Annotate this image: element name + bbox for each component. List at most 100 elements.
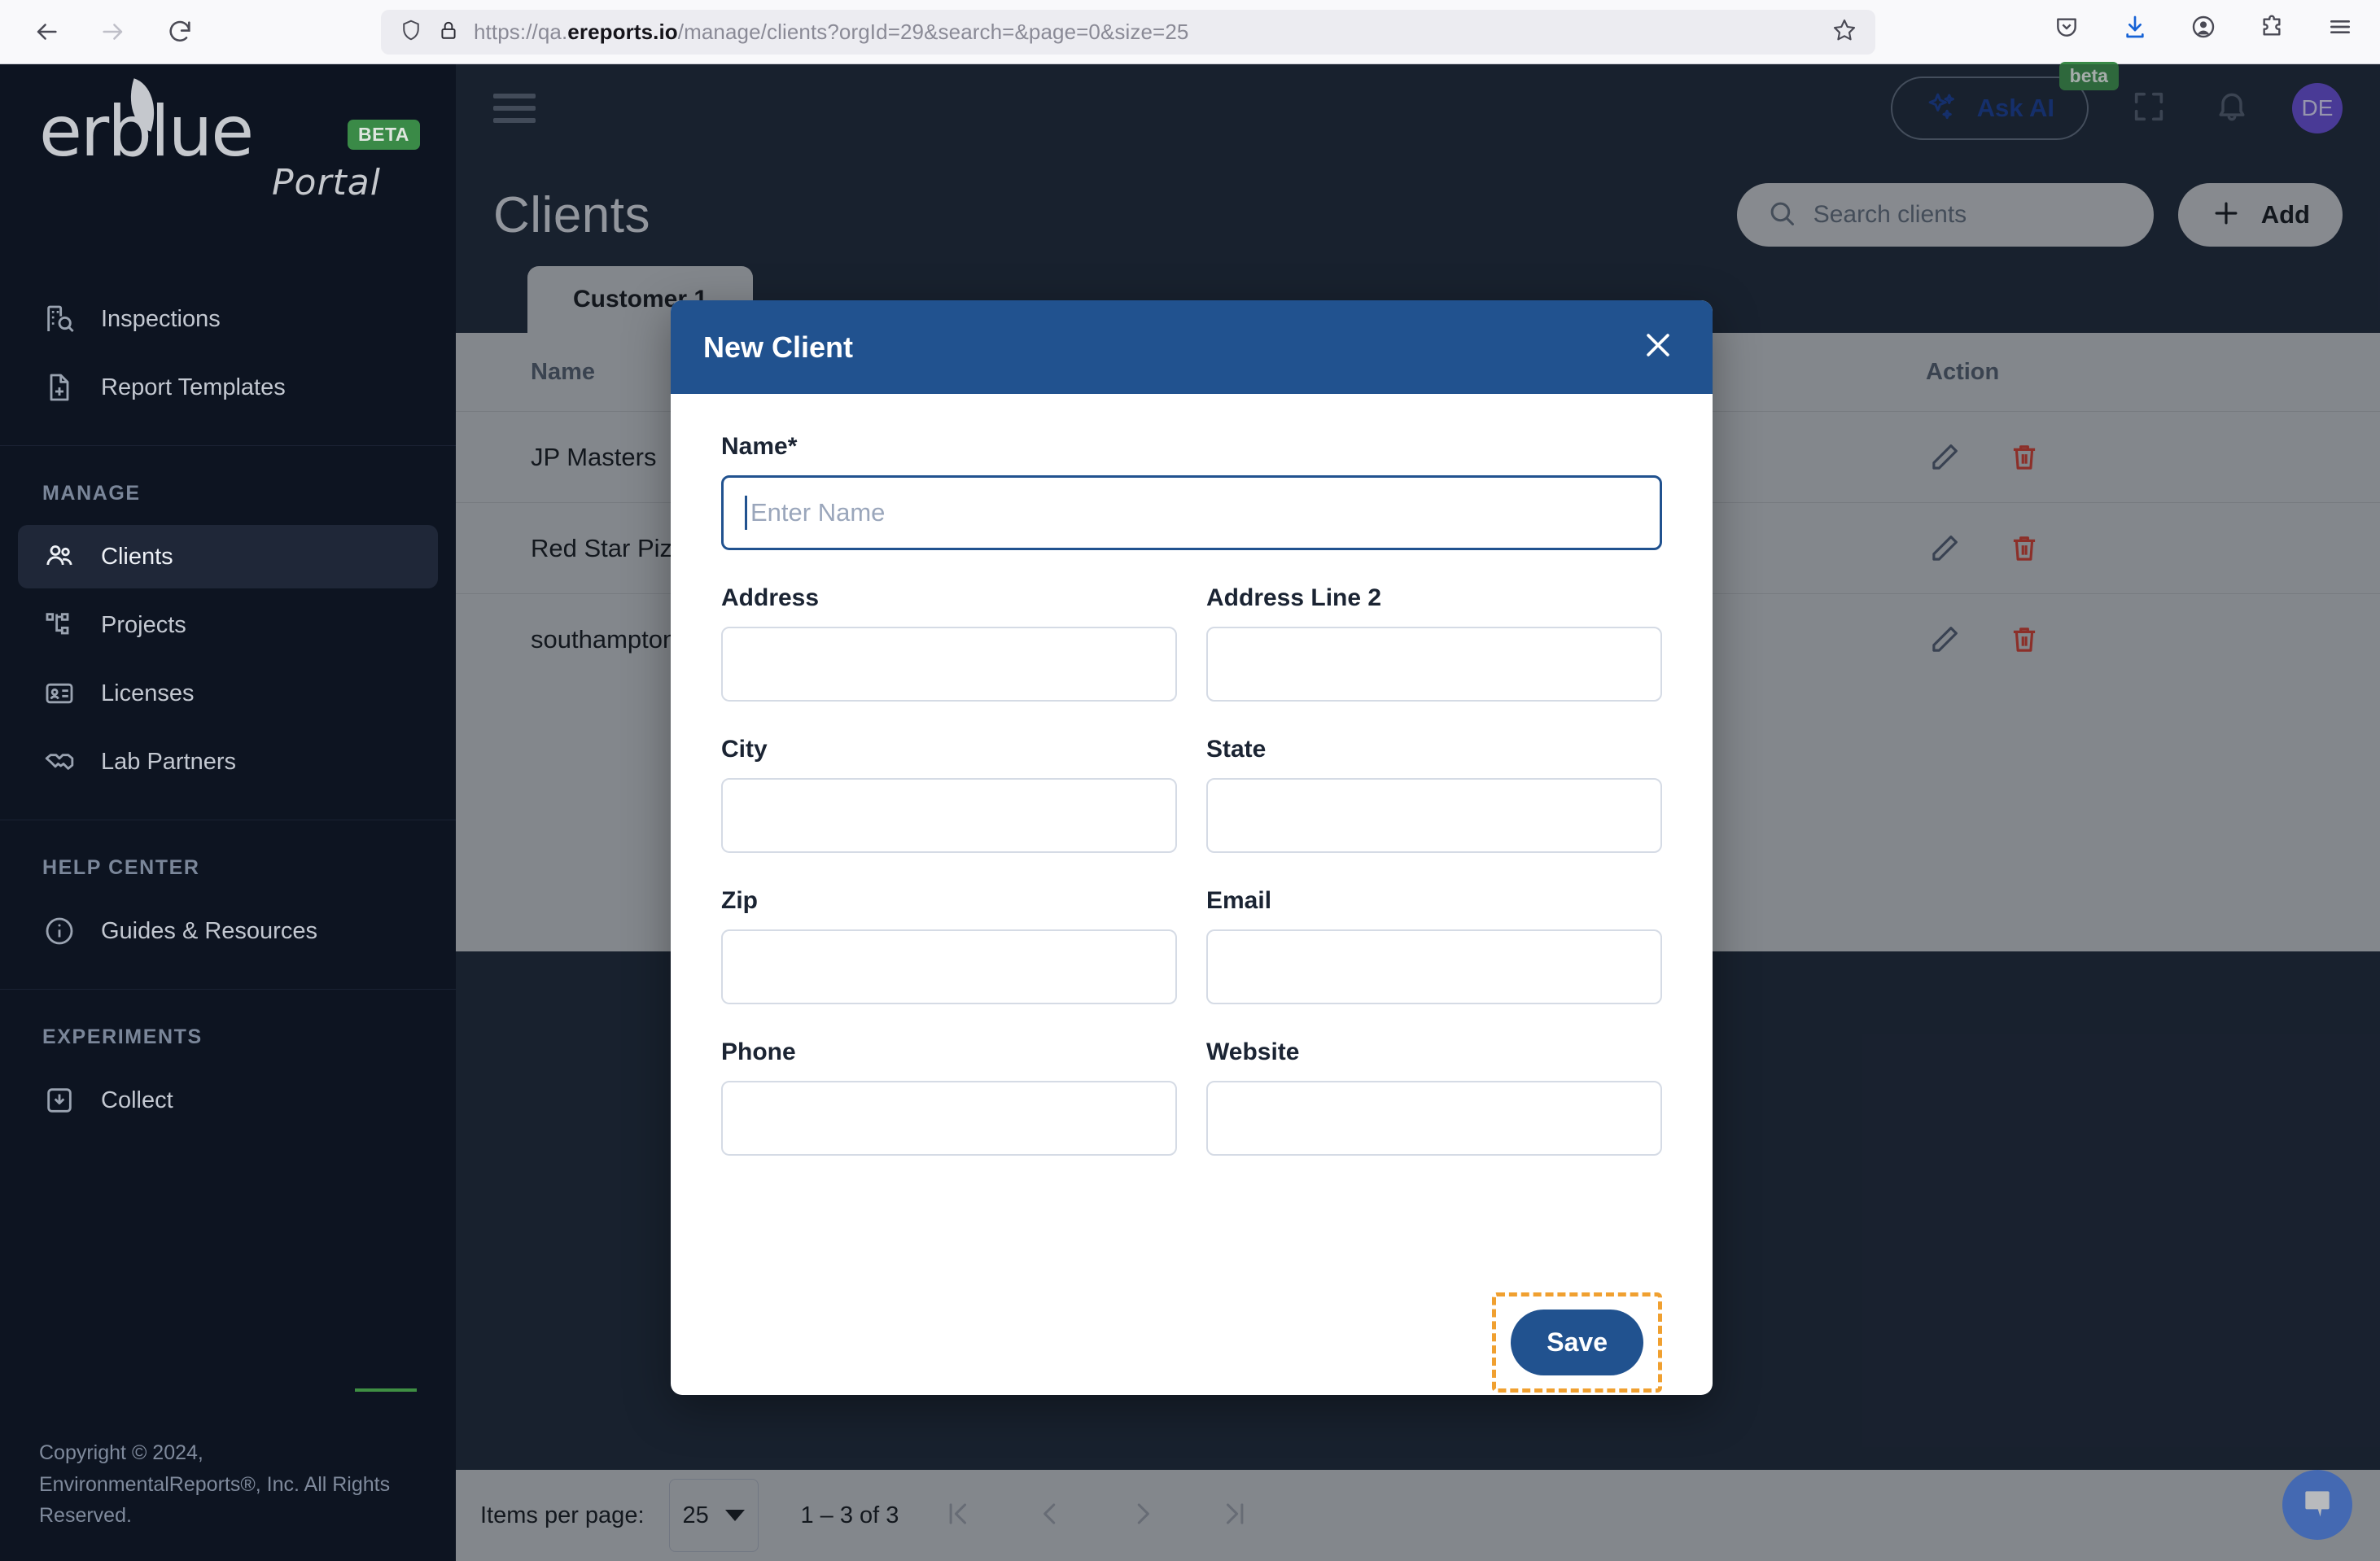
save-button[interactable]: Save [1511,1309,1643,1375]
sidebar-item-lab-partners[interactable]: Lab Partners [18,730,438,794]
handshake-icon [42,745,77,779]
modal-footer: Save [671,1289,1713,1395]
field-label: City [721,736,768,763]
copyright-text: Copyright © 2024, EnvironmentalReports®,… [39,1441,391,1528]
field-zip: Zip [721,887,1177,1004]
address-bar[interactable]: https://qa.ereports.io/manage/clients?or… [381,10,1875,55]
field-address: Address [721,584,1177,702]
field-email: Email [1206,887,1662,1004]
main-content: Ask AI beta DE Clients Search clients Ad… [456,62,2380,1561]
logo-wordmark: erblue [39,91,254,173]
app-logo[interactable]: erblue Portal BETA [0,64,456,268]
browser-menu-button[interactable] [2321,10,2359,47]
field-label: Website [1206,1038,1300,1065]
sidebar-item-label: Lab Partners [101,748,237,775]
address-line-2-input[interactable] [1206,627,1662,702]
sidebar-item-collect[interactable]: Collect [18,1069,438,1132]
browser-nav-buttons [0,13,199,50]
sidebar-item-label: Projects [101,611,186,638]
shield-icon [399,18,423,46]
sidebar-item-label: Collect [101,1087,173,1113]
email-input[interactable] [1206,929,1662,1004]
sidebar-item-guides-resources[interactable]: Guides & Resources [18,899,438,963]
sidebar-section-title: MANAGE [42,482,141,505]
address-input[interactable] [721,627,1177,702]
city-input[interactable] [721,778,1177,853]
field-label: Zip [721,887,758,914]
field-website: Website [1206,1038,1662,1156]
state-input[interactable] [1206,778,1662,853]
close-button[interactable] [1636,326,1680,369]
close-x-icon [1640,327,1676,367]
sidebar: erblue Portal BETA Inspections Report Te… [0,64,456,1561]
website-input[interactable] [1206,1081,1662,1156]
field-row-phone-website: Phone Website [721,1038,1662,1156]
sidebar-item-clients[interactable]: Clients [18,525,438,588]
reload-icon [166,18,194,46]
sidebar-item-label: Inspections [101,305,221,332]
back-arrow-icon [33,18,60,46]
sidebar-section-title: HELP CENTER [42,856,200,879]
extensions-puzzle-icon [2259,14,2285,44]
account-icon [2190,14,2216,44]
application-root: erblue Portal BETA Inspections Report Te… [0,62,2380,1561]
bookmark-star-icon[interactable] [1831,17,1857,47]
extensions-button[interactable] [2253,10,2290,47]
field-label: Name* [721,433,798,460]
field-row-zip-email: Zip Email [721,887,1662,1004]
zip-input[interactable] [721,929,1177,1004]
logo-beta-badge: BETA [348,120,420,150]
footer-divider [355,1388,417,1392]
info-circle-icon [42,914,77,948]
sidebar-item-inspections[interactable]: Inspections [18,287,438,351]
collect-download-icon [42,1083,77,1117]
field-city: City [721,736,1177,853]
field-row-city-state: City State [721,736,1662,853]
field-label: Address Line 2 [1206,584,1382,611]
sidebar-footer: Copyright © 2024, EnvironmentalReports®,… [0,1388,456,1561]
pocket-button[interactable] [2048,10,2085,47]
sidebar-group-primary: Inspections Report Templates [0,268,456,446]
sidebar-item-label: Report Templates [101,374,286,400]
field-label: State [1206,736,1267,763]
modal-title: New Client [703,330,854,364]
field-label: Address [721,584,820,611]
modal-body: Name* Enter Name Address Address Line 2 [671,394,1713,1156]
name-placeholder: Enter Name [750,498,886,527]
sidebar-item-licenses[interactable]: Licenses [18,662,438,725]
sidebar-group-manage: MANAGE Clients Projects Licenses Lab Par… [0,446,456,820]
back-button[interactable] [28,13,65,50]
new-client-modal: New Client Name* Enter Name Address Addr… [671,300,1713,1395]
sidebar-item-label: Clients [101,543,173,570]
forward-button[interactable] [94,13,132,50]
document-plus-icon [42,370,77,404]
forward-arrow-icon [99,18,127,46]
sidebar-group-help-center: HELP CENTER Guides & Resources [0,820,456,990]
field-label: Phone [721,1038,796,1065]
text-cursor-icon [745,496,747,530]
sidebar-group-experiments: EXPERIMENTS Collect [0,990,456,1158]
downloads-button[interactable] [2116,10,2154,47]
reload-button[interactable] [161,13,199,50]
hamburger-menu-icon [2327,14,2353,44]
save-button-highlight: Save [1492,1292,1662,1393]
sitemap-icon [42,608,77,642]
field-label: Email [1206,887,1272,914]
lock-icon [438,18,459,46]
users-icon [42,540,77,574]
sidebar-item-label: Licenses [101,680,195,706]
sidebar-section-title: EXPERIMENTS [42,1025,203,1048]
field-state: State [1206,736,1662,853]
id-card-icon [42,676,77,711]
browser-chrome: https://qa.ereports.io/manage/clients?or… [0,0,2380,64]
account-button[interactable] [2185,10,2222,47]
field-address-line-2: Address Line 2 [1206,584,1662,702]
sidebar-item-projects[interactable]: Projects [18,593,438,657]
phone-input[interactable] [721,1081,1177,1156]
sidebar-item-report-templates[interactable]: Report Templates [18,356,438,419]
sidebar-item-label: Guides & Resources [101,917,317,944]
download-icon [2122,14,2148,44]
name-input[interactable]: Enter Name [721,475,1662,550]
pocket-icon [2054,14,2080,44]
field-row-address: Address Address Line 2 [721,584,1662,702]
